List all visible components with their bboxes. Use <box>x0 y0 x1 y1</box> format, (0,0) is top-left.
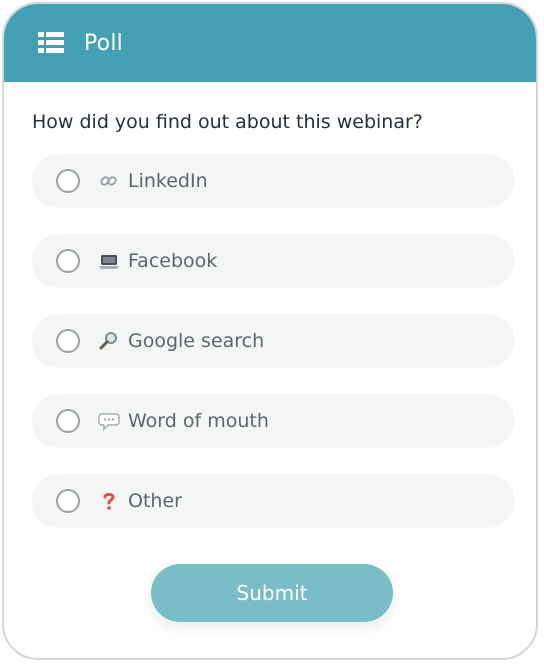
submit-wrap: Submit <box>32 564 512 622</box>
radio-button[interactable] <box>56 329 80 353</box>
poll-card: Poll How did you find out about this web… <box>2 2 538 660</box>
poll-header: Poll <box>4 4 536 82</box>
option-label: Google search <box>128 330 265 352</box>
option-label: LinkedIn <box>128 170 208 192</box>
option-linkedin[interactable]: LinkedIn <box>32 154 514 208</box>
option-label: Other <box>128 490 182 512</box>
poll-content: How did you find out about this webinar?… <box>4 82 536 622</box>
submit-button[interactable]: Submit <box>151 564 393 622</box>
poll-options: LinkedIn Facebook Google search Word of … <box>32 154 514 528</box>
magnifier-icon <box>98 330 120 352</box>
radio-button[interactable] <box>56 489 80 513</box>
speech-bubble-icon <box>98 410 120 432</box>
option-google-search[interactable]: Google search <box>32 314 514 368</box>
option-facebook[interactable]: Facebook <box>32 234 514 288</box>
poll-title: Poll <box>84 30 123 56</box>
option-label: Word of mouth <box>128 410 269 432</box>
radio-button[interactable] <box>56 169 80 193</box>
option-other[interactable]: Other <box>32 474 514 528</box>
radio-button[interactable] <box>56 249 80 273</box>
list-icon <box>38 30 64 56</box>
radio-button[interactable] <box>56 409 80 433</box>
question-mark-icon <box>98 490 120 512</box>
poll-question: How did you find out about this webinar? <box>32 111 423 133</box>
option-word-of-mouth[interactable]: Word of mouth <box>32 394 514 448</box>
link-icon <box>98 170 120 192</box>
option-label: Facebook <box>128 250 218 272</box>
laptop-icon <box>98 250 120 272</box>
